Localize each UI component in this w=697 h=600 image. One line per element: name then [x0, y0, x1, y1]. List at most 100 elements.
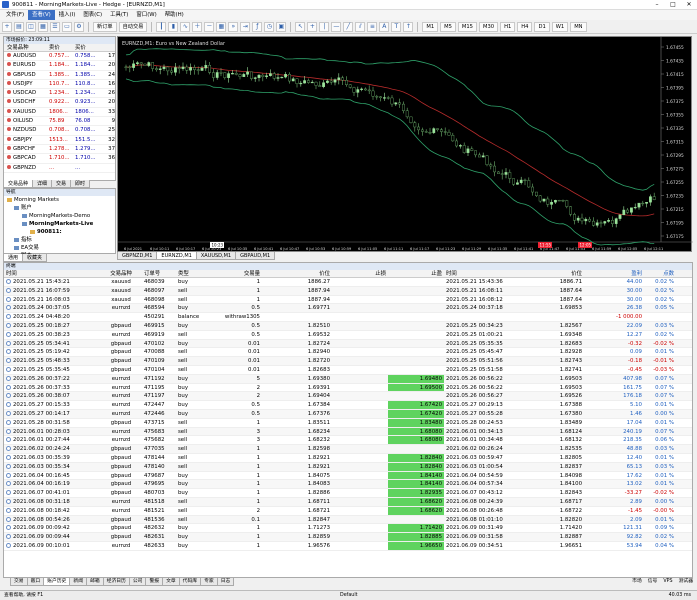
autoscroll-icon[interactable]: » — [228, 21, 239, 32]
col-header-9[interactable]: 价位 — [528, 270, 584, 277]
menu-item-1[interactable]: 查看(V) — [28, 10, 55, 20]
history-row[interactable]: 2021.06.03 00:35:34 gbpaud 478140 sell 1 1.82… — [4, 462, 692, 472]
new-chart-icon[interactable]: + — [2, 21, 12, 32]
history-row[interactable]: 2021.05.26 00:37:33 eurnzd 471195 buy 2 1.693… — [4, 383, 692, 393]
history-row[interactable]: 2021.05.24 00:37:05 eurnzd 468594 buy 0.5 1.6… — [4, 304, 692, 314]
history-row[interactable]: 2021.06.01 00:27:44 eurnzd 475682 sell 3 1.68… — [4, 436, 692, 446]
minimize-button[interactable]: – — [649, 0, 665, 10]
history-row[interactable]: 2021.06.08 00:31:18 eurnzd 481518 sell 1 1.68… — [4, 497, 692, 507]
menu-item-0[interactable]: 文件(F) — [2, 10, 28, 20]
nav-root[interactable]: Morning Markets — [4, 196, 115, 204]
history-row[interactable]: 2021.06.09 00:09:44 gbpaud 482631 buy 1 1.828… — [4, 533, 692, 542]
history-row[interactable]: 2021.05.28 00:31:58 gbpaud 473715 sell 1 1.83… — [4, 418, 692, 428]
history-row[interactable]: 2021.05.27 00:14:17 eurnzd 472446 buy 0.5 1.6… — [4, 409, 692, 419]
text-icon[interactable]: A — [379, 21, 390, 32]
auto-trading-button[interactable]: 自动交易 — [118, 21, 148, 32]
mw-tab-1[interactable]: 详细 — [32, 180, 53, 188]
timeframe-h1[interactable]: H1 — [500, 21, 516, 32]
history-row[interactable]: 2021.06.08 00:18:42 eurnzd 481521 sell 2 1.68… — [4, 506, 692, 516]
history-row[interactable]: 2021.05.25 05:34:41 gbpaud 470102 buy 0.01 1.… — [4, 339, 692, 349]
candlestick-icon[interactable]: ▮ — [168, 21, 179, 32]
right-tab-2[interactable]: VPS — [663, 578, 672, 586]
label-icon[interactable]: T — [391, 21, 402, 32]
terminal-icon[interactable]: ▭ — [62, 21, 72, 32]
col-header-7[interactable]: 止盈 — [388, 270, 444, 277]
mw-header-1[interactable]: 卖价 — [49, 44, 75, 51]
templates-icon[interactable]: ▣ — [276, 21, 287, 32]
nav-accounts[interactable]: 账户 — [4, 204, 115, 212]
timeframe-m30[interactable]: M30 — [478, 21, 499, 32]
market-watch-row[interactable]: GBPCHF 1.278... 1.279... 37 — [4, 145, 115, 155]
history-row[interactable]: 2021.05.21 16:08:03 xauusd 468098 sell 1 1887… — [4, 296, 692, 305]
history-row[interactable]: 2021.05.25 05:19:42 gbpaud 470088 sell 0.01 1… — [4, 348, 692, 358]
timeframe-w1[interactable]: W1 — [551, 21, 569, 32]
data-window-icon[interactable]: ▦ — [38, 21, 48, 32]
trendline-icon[interactable]: ╱ — [343, 21, 354, 32]
line-chart-icon[interactable]: ∿ — [180, 21, 191, 32]
timeframe-m1[interactable]: M1 — [422, 21, 439, 32]
history-row[interactable]: 2021.06.09 00:10:01 eurnzd 482633 buy 1 1.965… — [4, 541, 692, 551]
history-row[interactable]: 2021.06.08 00:54:26 gbpaud 481536 sell 0.1 1.… — [4, 515, 692, 525]
timeframe-m15[interactable]: M15 — [457, 21, 477, 32]
arrows-icon[interactable]: ↑ — [403, 21, 414, 32]
market-watch-row[interactable]: XAUUSD 1806... 1806... 33 — [4, 108, 115, 118]
history-row[interactable]: 2021.06.07 00:41:01 gbpaud 480703 buy 1 1.828… — [4, 489, 692, 498]
nav-indicators[interactable]: 指标 — [4, 236, 115, 244]
terminal-tab-8[interactable]: 文章 — [162, 578, 180, 586]
history-row[interactable]: 2021.05.25 05:35:45 gbpaud 470104 sell 0.01 1… — [4, 366, 692, 375]
menu-item-3[interactable]: 图表(C) — [79, 10, 106, 20]
tester-icon[interactable]: ⚙ — [74, 21, 84, 32]
bar-chart-icon[interactable]: ┃ — [156, 21, 167, 32]
price-chart[interactable]: EURNZD,M1: Euro vs New Zealand Dollar 1.6… — [117, 36, 693, 253]
right-tab-0[interactable]: 市场 — [632, 578, 642, 586]
col-header-6[interactable]: 止损 — [332, 270, 388, 277]
terminal-tab-7[interactable]: 警报 — [145, 578, 164, 586]
horizontal-line-icon[interactable]: — — [331, 21, 342, 32]
indicators-icon[interactable]: ƒ — [252, 21, 263, 32]
col-header-5[interactable]: 价位 — [262, 270, 332, 277]
market-watch-row[interactable]: GBPCAD 1.710... 1.710... 36 — [4, 154, 115, 164]
nav-tab-0[interactable]: 通用 — [3, 254, 24, 262]
chart-canvas[interactable]: EURNZD,M1: Euro vs New Zealand Dollar 1.6… — [118, 37, 693, 253]
close-button[interactable]: ✕ — [681, 0, 697, 10]
nav-live-server[interactable]: MorningMarkets-Live — [4, 220, 115, 228]
navigator-icon[interactable]: ☰ — [50, 21, 60, 32]
right-tab-3[interactable]: 测试器 — [679, 578, 693, 586]
terminal-tab-11[interactable]: 日志 — [216, 578, 235, 586]
terminal-tab-10[interactable]: 专家 — [200, 578, 218, 586]
menu-item-6[interactable]: 帮助(H) — [161, 10, 188, 20]
tile-icon[interactable]: ▦ — [216, 21, 227, 32]
market-watch-row[interactable]: GBPNZD...... — [4, 164, 115, 173]
terminal-tab-1[interactable]: 敞口 — [26, 578, 45, 586]
history-row[interactable]: 2021.05.25 00:38:23 eurnzd 469919 sell 0.5 1.… — [4, 331, 692, 340]
chart-shift-icon[interactable]: ⇥ — [240, 21, 251, 32]
fibonacci-icon[interactable]: ≡ — [367, 21, 378, 32]
history-row[interactable]: 2021.05.27 00:15:33 eurnzd 472447 buy 0.5 1.6… — [4, 401, 692, 410]
menu-item-4[interactable]: 工具(T) — [106, 10, 132, 20]
nav-experts[interactable]: EA交易 — [4, 244, 115, 252]
history-row[interactable]: 2021.05.25 05:48:33 gbpaud 470109 sell 0.01 1… — [4, 357, 692, 366]
history-row[interactable]: 2021.06.03 00:35:39 gbpaud 478144 sell 1 1.82… — [4, 453, 692, 463]
periods-icon[interactable]: ◷ — [264, 21, 275, 32]
timeframe-d1[interactable]: D1 — [534, 21, 550, 32]
col-header-8[interactable]: 时间 — [444, 270, 528, 277]
history-row[interactable]: 2021.06.04 00:16:19 gbpaud 479695 buy 1 1.840… — [4, 480, 692, 490]
history-row[interactable]: 2021.05.21 15:43:21 xauusd 468039 buy 1 1886.… — [4, 278, 692, 287]
maximize-button[interactable]: □ — [665, 0, 681, 10]
market-watch-row[interactable]: USDJPY 110.7... 110.8... 16 — [4, 80, 115, 90]
history-row[interactable]: 2021.06.01 00:28:03 eurnzd 475683 sell 3 1.68… — [4, 427, 692, 437]
crosshair-icon[interactable]: + — [307, 21, 318, 32]
mw-header-3[interactable] — [101, 44, 115, 51]
terminal-tab-3[interactable]: 新闻 — [69, 578, 88, 586]
terminal-tab-4[interactable]: 邮箱 — [86, 578, 104, 586]
nav-demo-server[interactable]: MorningMarkets-Demo — [4, 212, 115, 220]
zoom-in-icon[interactable]: ＋ — [192, 21, 203, 32]
market-watch-row[interactable]: USDCAD 1.234... 1.234... 26 — [4, 89, 115, 99]
chart-tab-3[interactable]: GBPAUD,M1 — [235, 252, 276, 260]
market-watch-row[interactable]: GBPJPY 1513... 151.5... 32 — [4, 136, 115, 145]
cursor-icon[interactable]: ↖ — [295, 21, 306, 32]
timeframe-mn[interactable]: MN — [570, 21, 587, 32]
timeframe-m5[interactable]: M5 — [440, 21, 456, 32]
history-row[interactable]: 2021.05.21 16:07:59 xauusd 468097 sell 1 1887… — [4, 286, 692, 296]
timeframe-h4[interactable]: H4 — [517, 21, 533, 32]
